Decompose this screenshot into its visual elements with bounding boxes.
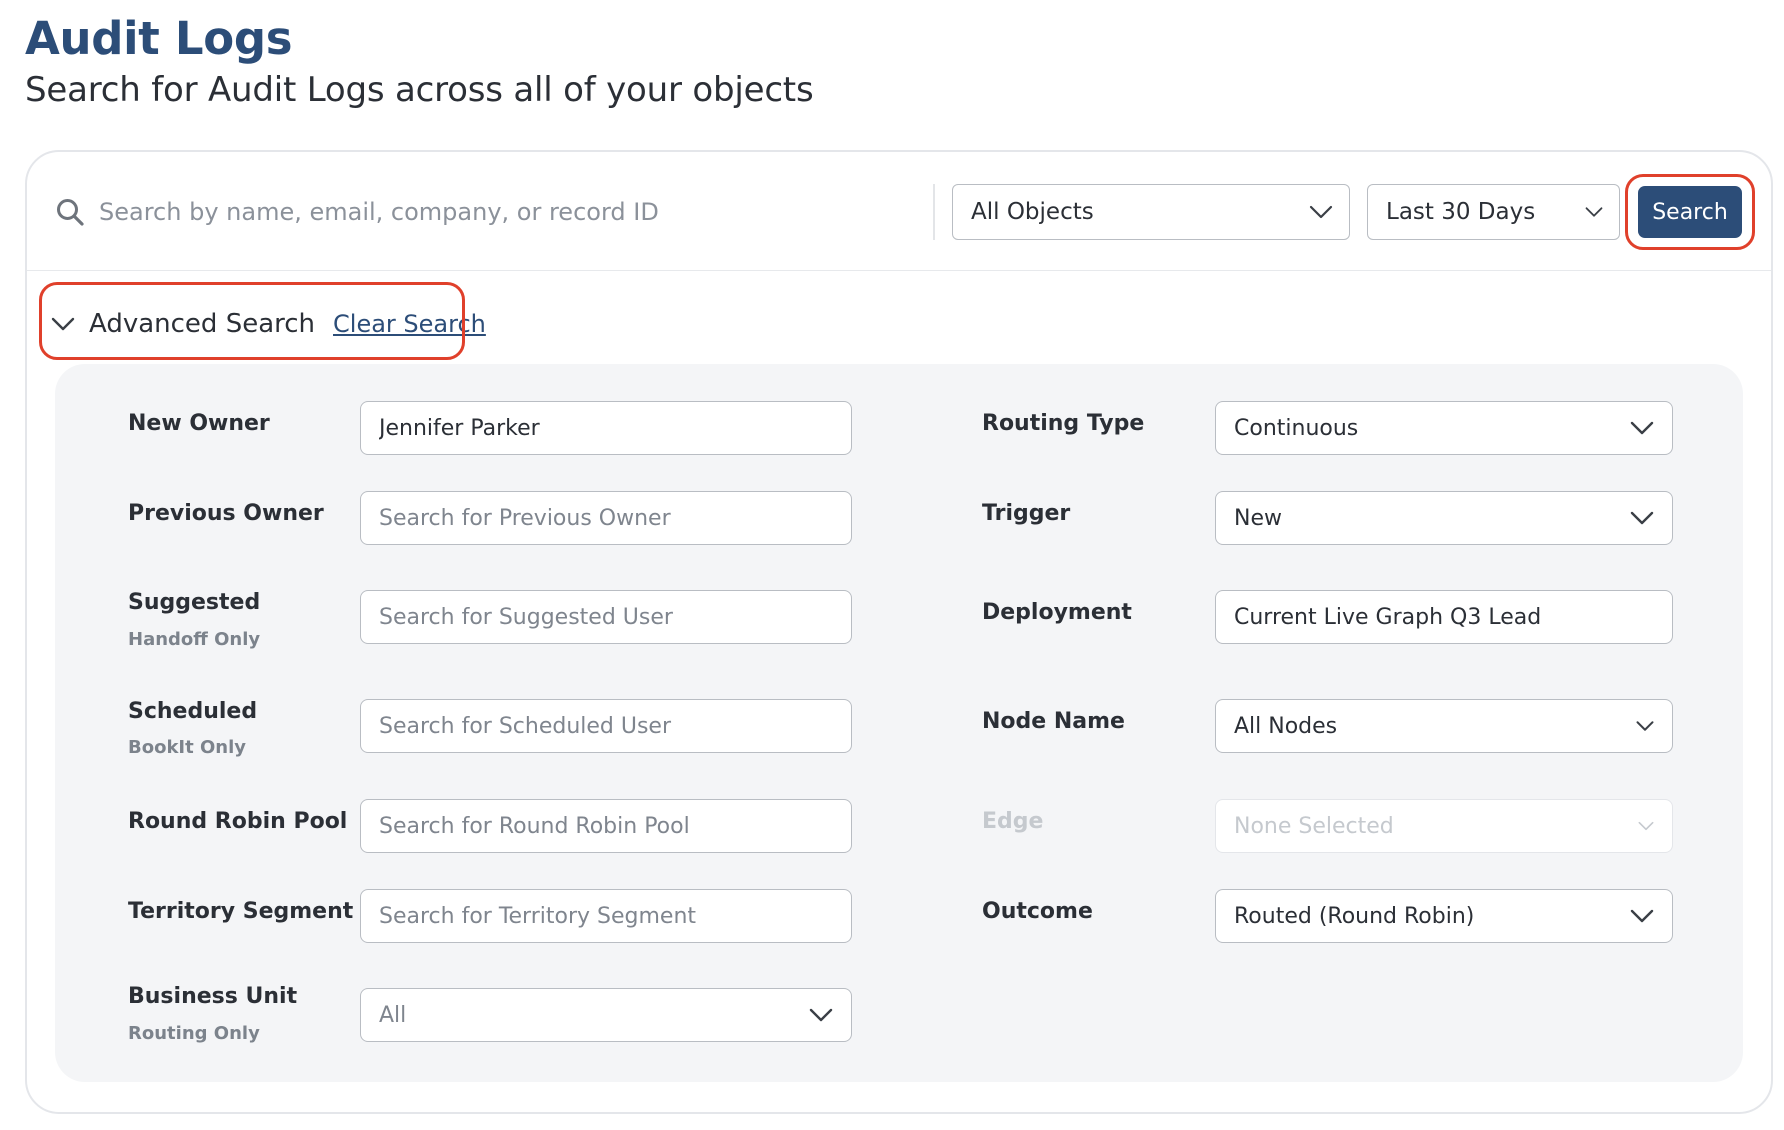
previous-owner-label: Previous Owner [128, 501, 324, 526]
deployment-input[interactable] [1215, 590, 1673, 644]
page-subtitle: Search for Audit Logs across all of your… [25, 70, 814, 110]
round-robin-pool-label: Round Robin Pool [128, 809, 348, 834]
edge-select-value: None Selected [1234, 813, 1394, 839]
chevron-down-icon [1630, 909, 1654, 923]
trigger-label: Trigger [982, 501, 1071, 526]
scheduled-sublabel: BookIt Only [128, 737, 247, 758]
node-name-select[interactable]: All Nodes [1215, 699, 1673, 753]
search-input[interactable] [99, 184, 919, 240]
node-name-label: Node Name [982, 709, 1125, 734]
chevron-down-icon [1630, 511, 1654, 525]
business-unit-sublabel: Routing Only [128, 1023, 260, 1044]
routing-type-label: Routing Type [982, 411, 1145, 436]
date-range-select[interactable]: Last 30 Days [1367, 184, 1620, 240]
scheduled-user-input[interactable] [360, 699, 852, 753]
search-button[interactable]: Search [1638, 186, 1742, 238]
scheduled-label: Scheduled [128, 699, 258, 724]
node-name-select-value: All Nodes [1234, 713, 1338, 739]
objects-select-value: All Objects [971, 199, 1094, 225]
territory-segment-label: Territory Segment [128, 899, 354, 924]
chevron-down-icon [809, 1008, 833, 1022]
business-unit-select-value: All [379, 1002, 407, 1028]
objects-select[interactable]: All Objects [952, 184, 1350, 240]
chevron-down-icon [51, 317, 75, 331]
date-range-select-value: Last 30 Days [1386, 199, 1536, 225]
audit-search-card: All Objects Last 30 Days Search Advanced… [25, 150, 1773, 1114]
routing-type-select-value: Continuous [1234, 415, 1359, 441]
page-title: Audit Logs [25, 12, 293, 65]
search-icon [57, 199, 84, 226]
business-unit-label: Business Unit [128, 984, 298, 1009]
business-unit-select[interactable]: All [360, 988, 852, 1042]
trigger-select[interactable]: New [1215, 491, 1673, 545]
chevron-down-icon [1636, 721, 1654, 731]
previous-owner-input[interactable] [360, 491, 852, 545]
advanced-search-panel: New Owner Previous Owner Suggested Hando… [55, 364, 1743, 1082]
trigger-select-value: New [1234, 505, 1282, 531]
suggested-label: Suggested [128, 590, 261, 615]
new-owner-input[interactable] [360, 401, 852, 455]
outcome-select-value: Routed (Round Robin) [1234, 903, 1475, 929]
routing-type-select[interactable]: Continuous [1215, 401, 1673, 455]
chevron-down-icon [1309, 205, 1333, 219]
chevron-down-icon [1585, 207, 1603, 217]
advanced-search-toggle[interactable]: Advanced Search Clear Search [51, 304, 486, 344]
round-robin-pool-input[interactable] [360, 799, 852, 853]
outcome-label: Outcome [982, 899, 1093, 924]
chevron-down-icon [1638, 821, 1654, 831]
suggested-sublabel: Handoff Only [128, 629, 261, 650]
suggested-user-input[interactable] [360, 590, 852, 644]
search-toolbar: All Objects Last 30 Days Search [27, 152, 1771, 271]
new-owner-label: New Owner [128, 411, 270, 436]
deployment-label: Deployment [982, 600, 1132, 625]
outcome-select[interactable]: Routed (Round Robin) [1215, 889, 1673, 943]
edge-label: Edge [982, 809, 1044, 834]
territory-segment-input[interactable] [360, 889, 852, 943]
advanced-search-label: Advanced Search [89, 309, 316, 339]
chevron-down-icon [1630, 421, 1654, 435]
edge-select: None Selected [1215, 799, 1673, 853]
clear-search-link[interactable]: Clear Search [333, 310, 486, 338]
toolbar-divider [933, 184, 935, 240]
